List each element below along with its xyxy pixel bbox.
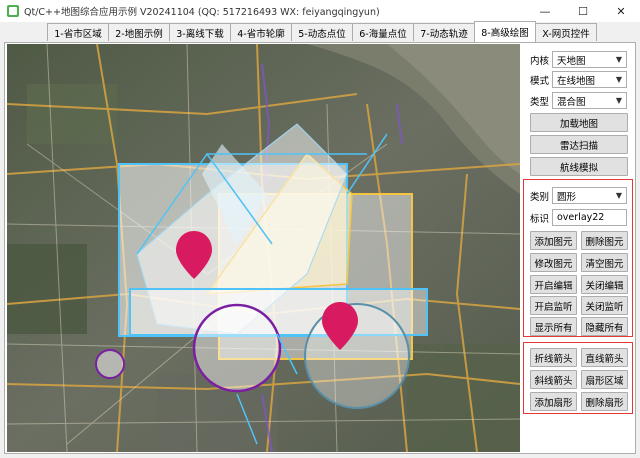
satellite-map (7, 44, 520, 452)
category-select[interactable]: 圆形 ▼ (552, 187, 627, 204)
minimize-icon[interactable]: — (526, 0, 564, 22)
sector-area-button[interactable]: 扇形区域 (581, 370, 628, 389)
load-map-button[interactable]: 加载地图 (530, 113, 628, 132)
tab-massive-points[interactable]: 6-海量点位 (352, 23, 414, 41)
kernel-select[interactable]: 天地图 ▼ (552, 51, 627, 68)
tab-offline-download[interactable]: 3-离线下载 (169, 23, 231, 41)
delete-sector-button[interactable]: 删除扇形 (581, 392, 628, 411)
mode-value: 在线地图 (557, 75, 596, 87)
open-edit-button[interactable]: 开启编辑 (530, 275, 577, 294)
title-bar: Qt/C++地图综合应用示例 V20241104 (QQ: 517216493 … (0, 0, 640, 22)
tab-province-city-area[interactable]: 1-省市区域 (47, 23, 109, 41)
chevron-down-icon: ▼ (615, 96, 622, 105)
window-title: Qt/C++地图综合应用示例 V20241104 (QQ: 517216493 … (24, 7, 380, 18)
close-icon[interactable]: ✕ (602, 0, 640, 22)
add-overlay-button[interactable]: 添加图元 (530, 231, 577, 250)
diagonal-arrow-button[interactable]: 斜线箭头 (530, 370, 577, 389)
modify-overlay-button[interactable]: 修改图元 (530, 253, 577, 272)
chevron-down-icon: ▼ (615, 55, 622, 64)
close-listen-button[interactable]: 关闭监听 (581, 296, 628, 315)
polyline-arrow-button[interactable]: 折线箭头 (530, 348, 577, 367)
maximize-icon[interactable]: ☐ (564, 0, 602, 22)
id-label: 标识 (530, 213, 550, 225)
straight-arrow-button[interactable]: 直线箭头 (581, 348, 628, 367)
tab-map-example[interactable]: 2-地图示例 (108, 23, 170, 41)
chevron-down-icon: ▼ (615, 75, 622, 84)
kernel-row: 内核 天地图 ▼ (530, 51, 627, 68)
clear-overlay-button[interactable]: 清空图元 (581, 253, 628, 272)
mode-row: 模式 在线地图 ▼ (530, 71, 627, 88)
tab-dynamic-track[interactable]: 7-动态轨迹 (413, 23, 475, 41)
type-value: 混合图 (557, 96, 586, 108)
mode-label: 模式 (530, 75, 550, 87)
mode-select[interactable]: 在线地图 ▼ (552, 71, 627, 88)
kernel-label: 内核 (530, 55, 550, 67)
tab-dynamic-points[interactable]: 5-动态点位 (291, 23, 353, 41)
overlay-id-input[interactable]: overlay22 (552, 209, 627, 226)
category-value: 圆形 (557, 191, 577, 203)
open-listen-button[interactable]: 开启监听 (530, 296, 577, 315)
type-row: 类型 混合图 ▼ (530, 92, 627, 109)
map-marker-icon[interactable] (174, 229, 214, 281)
type-label: 类型 (530, 96, 550, 108)
tab-advanced-drawing[interactable]: 8-高级绘图 (474, 21, 536, 42)
id-row: 标识 overlay22 (530, 209, 627, 226)
show-all-button[interactable]: 显示所有 (530, 317, 577, 336)
delete-overlay-button[interactable]: 删除图元 (581, 231, 628, 250)
type-select[interactable]: 混合图 ▼ (552, 92, 627, 109)
kernel-value: 天地图 (557, 55, 586, 67)
map-view[interactable] (7, 44, 520, 452)
close-edit-button[interactable]: 关闭编辑 (581, 275, 628, 294)
category-label: 类别 (530, 191, 550, 203)
map-marker-icon[interactable] (320, 300, 360, 352)
category-row: 类别 圆形 ▼ (530, 187, 627, 204)
tab-web-widget[interactable]: X-网页控件 (535, 23, 597, 41)
hide-all-button[interactable]: 隐藏所有 (581, 317, 628, 336)
tab-bar: 1-省市区域 2-地图示例 3-离线下载 4-省市轮廓 5-动态点位 6-海量点… (0, 21, 640, 42)
tab-province-outline[interactable]: 4-省市轮廓 (230, 23, 292, 41)
add-sector-button[interactable]: 添加扇形 (530, 392, 577, 411)
route-sim-button[interactable]: 航线模拟 (530, 157, 628, 176)
app-icon (7, 5, 19, 17)
chevron-down-icon: ▼ (615, 191, 622, 200)
control-panel: 内核 天地图 ▼ 模式 在线地图 ▼ 类型 混合图 ▼ 加载地图 雷达扫描 航线模拟 … (523, 44, 635, 454)
radar-scan-button[interactable]: 雷达扫描 (530, 135, 628, 154)
